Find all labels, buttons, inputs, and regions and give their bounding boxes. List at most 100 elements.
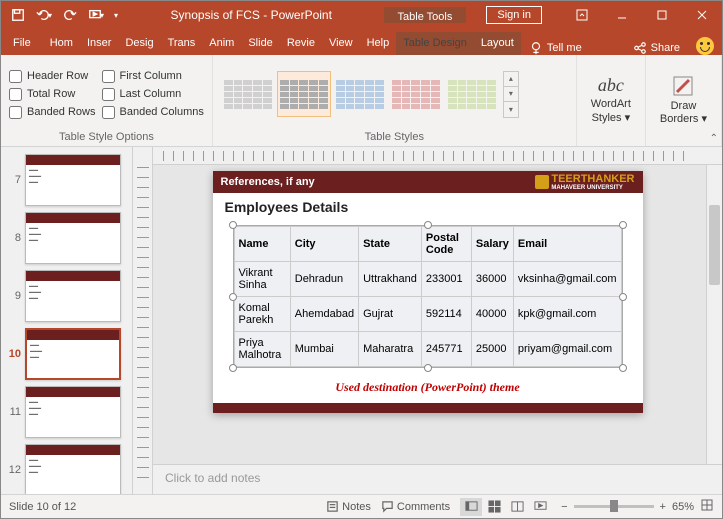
fit-to-window-button[interactable]: [700, 498, 714, 515]
sorter-view-button[interactable]: [483, 498, 505, 516]
gallery-down[interactable]: ▾: [504, 87, 518, 102]
save-button[interactable]: [7, 4, 29, 26]
group-table-styles: ▴▾▾ Table Styles: [213, 55, 577, 146]
table-style-3[interactable]: [333, 71, 387, 117]
table-row[interactable]: Priya MalhotraMumbaiMaharatra24577125000…: [234, 332, 621, 367]
view-buttons: [460, 498, 551, 516]
tell-me-button[interactable]: Tell me: [521, 41, 590, 55]
quick-access-toolbar: ▾ ▾ ▾: [1, 4, 129, 26]
group-table-style-options: Header Row Total Row Banded Rows First C…: [1, 55, 213, 146]
normal-view-button[interactable]: [460, 498, 482, 516]
checkbox-last-column[interactable]: Last Column: [102, 88, 204, 101]
sign-in-button[interactable]: Sign in: [486, 6, 542, 24]
collapse-ribbon-button[interactable]: ⌃: [710, 133, 718, 144]
table-header[interactable]: Salary: [471, 227, 513, 262]
ribbon: Header Row Total Row Banded Rows First C…: [1, 55, 722, 147]
ribbon-options-button[interactable]: [562, 1, 602, 29]
checkbox-header-row[interactable]: Header Row: [9, 70, 96, 83]
gallery-more[interactable]: ▾: [504, 102, 518, 117]
share-button[interactable]: Share: [625, 41, 688, 55]
qat-customize-button[interactable]: ▾: [111, 4, 123, 26]
draw-borders-button[interactable]: DrawBorders ▾: [654, 67, 713, 133]
slide-canvas[interactable]: References, if any TEERTHANKERMAHAVEER U…: [153, 165, 722, 464]
thumbnail-12[interactable]: 12━━━━━━━━━━: [1, 441, 132, 494]
checkbox-total-row[interactable]: Total Row: [9, 88, 96, 101]
zoom-out-button[interactable]: −: [561, 501, 567, 513]
table-header[interactable]: Name: [234, 227, 290, 262]
table-header[interactable]: Postal Code: [421, 227, 471, 262]
reading-view-button[interactable]: [506, 498, 528, 516]
wordart-icon: abc: [598, 75, 624, 96]
employees-table-frame[interactable]: NameCityStatePostal CodeSalaryEmailVikra…: [233, 225, 623, 368]
zoom-in-button[interactable]: +: [660, 501, 666, 513]
undo-button[interactable]: ▾: [33, 4, 55, 26]
tab-transitions[interactable]: Trans: [161, 32, 203, 55]
resize-handle[interactable]: [229, 364, 237, 372]
notes-button[interactable]: Notes: [326, 500, 371, 513]
vertical-scrollbar[interactable]: [706, 165, 722, 464]
table-header[interactable]: State: [359, 227, 422, 262]
feedback-icon[interactable]: [696, 37, 714, 55]
thumbnail-8[interactable]: 8━━━━━━━━━━: [1, 209, 132, 267]
tab-slideshow[interactable]: Slide: [241, 32, 279, 55]
tab-review[interactable]: Revie: [280, 32, 322, 55]
tab-insert[interactable]: Inser: [80, 32, 118, 55]
thumbnail-10[interactable]: 10━━━━━━━━━━: [1, 325, 132, 383]
resize-handle[interactable]: [619, 293, 627, 301]
slide-title[interactable]: Employees Details: [213, 193, 643, 221]
notes-pane[interactable]: Click to add notes: [153, 464, 722, 494]
checkbox-first-column[interactable]: First Column: [102, 70, 204, 83]
draw-borders-icon: [671, 74, 695, 98]
university-logo: TEERTHANKERMAHAVEER UNIVERSITY: [535, 174, 634, 191]
table-header[interactable]: Email: [513, 227, 621, 262]
table-style-5[interactable]: [445, 71, 499, 117]
table-style-1[interactable]: [221, 71, 275, 117]
tab-help[interactable]: Help: [360, 32, 397, 55]
table-style-4[interactable]: [389, 71, 443, 117]
wordart-styles-button[interactable]: abcWordArtStyles ▾: [585, 67, 637, 133]
resize-handle[interactable]: [229, 221, 237, 229]
zoom-slider[interactable]: [574, 505, 654, 508]
gallery-up[interactable]: ▴: [504, 72, 518, 87]
comments-button[interactable]: Comments: [381, 500, 450, 513]
checkbox-banded-columns[interactable]: Banded Columns: [102, 106, 204, 119]
resize-handle[interactable]: [619, 364, 627, 372]
resize-handle[interactable]: [619, 221, 627, 229]
tab-home[interactable]: Hom: [43, 32, 80, 55]
tab-view[interactable]: View: [322, 32, 360, 55]
slide-thumbnails[interactable]: 7━━━━━━━━━━8━━━━━━━━━━9━━━━━━━━━━10━━━━━…: [1, 147, 133, 494]
thumbnail-7[interactable]: 7━━━━━━━━━━: [1, 151, 132, 209]
group-wordart-styles: abcWordArtStyles ▾: [577, 55, 646, 146]
maximize-button[interactable]: [642, 1, 682, 29]
start-from-beginning-button[interactable]: ▾: [85, 4, 107, 26]
thumbnail-11[interactable]: 11━━━━━━━━━━: [1, 383, 132, 441]
table-styles-gallery: ▴▾▾: [221, 71, 519, 118]
zoom-level[interactable]: 65%: [672, 501, 694, 513]
checkbox-banded-rows[interactable]: Banded Rows: [9, 106, 96, 119]
resize-handle[interactable]: [424, 221, 432, 229]
close-button[interactable]: [682, 1, 722, 29]
zoom-controls: − + 65%: [561, 498, 714, 515]
tab-layout[interactable]: Layout: [474, 32, 521, 55]
horizontal-ruler: [153, 147, 722, 165]
contextual-tab-header: Table Tools: [384, 7, 467, 23]
redo-button[interactable]: [59, 4, 81, 26]
slide-indicator[interactable]: Slide 10 of 12: [9, 501, 76, 513]
tab-animations[interactable]: Anim: [202, 32, 241, 55]
tab-design[interactable]: Desig: [118, 32, 160, 55]
minimize-button[interactable]: [602, 1, 642, 29]
table-header[interactable]: City: [290, 227, 358, 262]
resize-handle[interactable]: [424, 364, 432, 372]
tab-table-design[interactable]: Table Design: [396, 32, 474, 55]
slideshow-view-button[interactable]: [529, 498, 551, 516]
ribbon-tabs: File Hom Inser Desig Trans Anim Slide Re…: [1, 29, 722, 55]
employees-table[interactable]: NameCityStatePostal CodeSalaryEmailVikra…: [234, 226, 622, 367]
thumbnail-9[interactable]: 9━━━━━━━━━━: [1, 267, 132, 325]
slide[interactable]: References, if any TEERTHANKERMAHAVEER U…: [213, 171, 643, 413]
table-style-2[interactable]: [277, 71, 331, 117]
resize-handle[interactable]: [229, 293, 237, 301]
vertical-ruler: [133, 147, 153, 494]
table-row[interactable]: Komal ParekhAhemdabadGujrat59211440000kp…: [234, 297, 621, 332]
tab-file[interactable]: File: [1, 32, 43, 55]
table-row[interactable]: Vikrant SinhaDehradunUttrakhand233001360…: [234, 262, 621, 297]
